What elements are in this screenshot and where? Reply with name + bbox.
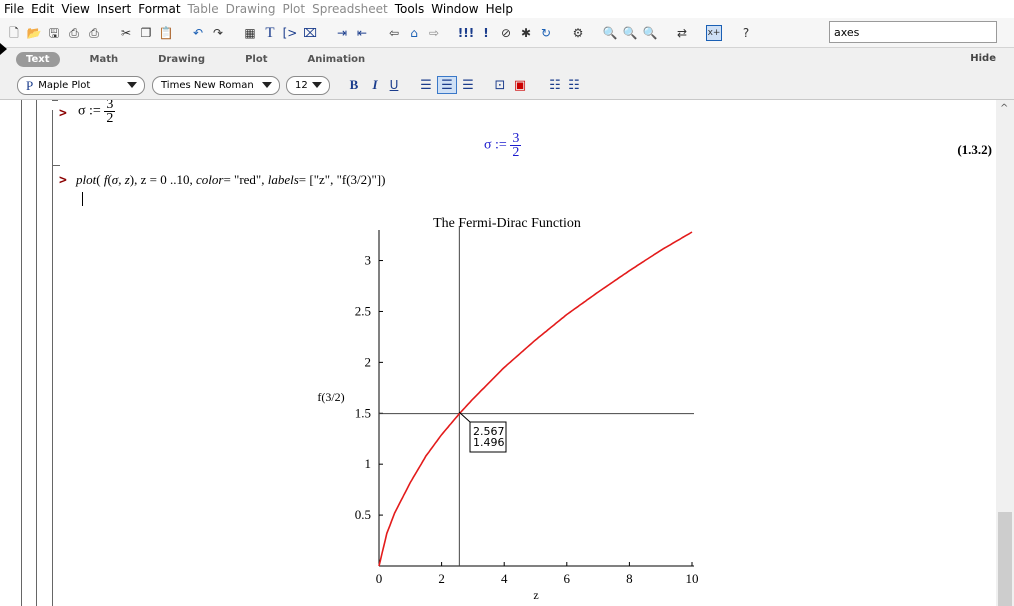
y-tick-label: 0.5 (355, 507, 371, 522)
plot-crosshair (379, 226, 694, 566)
zoom-150-icon[interactable]: 🔍 (622, 25, 638, 41)
x-axis-label: z (533, 588, 538, 602)
print-icon[interactable]: ⎙ (66, 25, 82, 41)
tab-animation[interactable]: Animation (297, 52, 375, 67)
bullet-list-icon[interactable]: ☷ (547, 76, 563, 94)
font-value: Times New Roman (161, 80, 254, 91)
execute-all-icon[interactable]: !!! (458, 25, 474, 41)
bold-button[interactable]: B (347, 76, 361, 94)
tab-math[interactable]: Math (80, 52, 129, 67)
new-document-icon[interactable]: 🗋 (6, 25, 22, 41)
collapse-arrow-icon[interactable] (0, 43, 7, 55)
style-value: Maple Plot (38, 80, 91, 91)
menu-bar: File Edit View Insert Format Table Drawing Plot… (0, 0, 1014, 18)
home-icon[interactable]: ⌂ (406, 25, 422, 41)
x-tick-label: 4 (501, 571, 508, 586)
copy-icon[interactable]: ❐ (138, 25, 154, 41)
menu-view[interactable]: View (61, 2, 89, 16)
paste-icon[interactable]: 📋 (158, 25, 174, 41)
redo-icon[interactable]: ↷ (210, 25, 226, 41)
execute-icon[interactable]: ! (478, 25, 494, 41)
print-preview-icon[interactable]: ⎙ (86, 25, 102, 41)
help-icon[interactable]: ? (738, 25, 754, 41)
probe-tooltip: 2.567 1.496 (458, 411, 507, 453)
style-dropdown[interactable]: P Maple Plot (17, 76, 145, 95)
plot-axes (378, 230, 694, 567)
y-tick-label: 1.5 (355, 405, 371, 420)
toggle-icon[interactable]: ⇄ (674, 25, 690, 41)
fermi-dirac-plot[interactable]: The Fermi-Dirac Function 0 2 4 6 8 10 0.5 1 1.5 2… (0, 100, 996, 606)
undo-icon[interactable]: ↶ (190, 25, 206, 41)
y-tick-label: 3 (365, 253, 372, 268)
forward-icon[interactable]: ⇨ (426, 25, 442, 41)
plot-ticks: 0 2 4 6 8 10 0.5 1 1.5 2 2.5 3 (355, 253, 699, 586)
font-size-dropdown[interactable]: 12 (286, 76, 330, 95)
math-layout-icon[interactable]: x+ (706, 24, 722, 41)
menu-tools[interactable]: Tools (395, 2, 425, 16)
menu-drawing[interactable]: Drawing (226, 2, 276, 16)
settings-icon[interactable]: ⚙ (570, 25, 586, 41)
back-icon[interactable]: ⇦ (386, 25, 402, 41)
open-icon[interactable]: 📂 (26, 25, 42, 41)
menu-file[interactable]: File (4, 2, 24, 16)
align-right-icon[interactable]: ☰ (460, 76, 476, 94)
menu-format[interactable]: Format (138, 2, 180, 16)
context-tabs: Text Math Drawing Plot Animation (0, 48, 1014, 70)
font-dropdown[interactable]: Times New Roman (152, 76, 280, 95)
y-axis-label: f(3/2) (317, 390, 344, 404)
data-series-line (378, 231, 693, 567)
text-mode-icon[interactable]: T (262, 25, 278, 41)
align-center-icon[interactable]: ☰ (437, 76, 457, 94)
x-tick-label: 0 (376, 571, 383, 586)
menu-plot[interactable]: Plot (282, 2, 305, 16)
x-tick-label: 2 (438, 571, 445, 586)
scroll-up-icon[interactable]: ^ (1000, 103, 1008, 114)
font-size-value: 12 (295, 80, 308, 91)
y-tick-label: 1 (365, 456, 372, 471)
worksheet[interactable]: > σ := 32 σ := 32 (1.3.2) > plot( f(σ, z… (0, 100, 996, 606)
numbered-list-icon[interactable]: ☷ (566, 76, 582, 94)
menu-insert[interactable]: Insert (97, 2, 131, 16)
highlight-icon[interactable]: ▣ (512, 76, 528, 94)
text-box-icon[interactable]: ⊡ (492, 76, 508, 94)
menu-help[interactable]: Help (486, 2, 513, 16)
menu-edit[interactable]: Edit (31, 2, 54, 16)
align-left-icon[interactable]: ☰ (418, 76, 434, 94)
restart-icon[interactable]: ↻ (538, 25, 554, 41)
hide-palette-button[interactable]: Hide (970, 53, 996, 64)
x-tick-label: 10 (686, 571, 699, 586)
x-tick-label: 8 (626, 571, 633, 586)
plot-title: The Fermi-Dirac Function (433, 216, 581, 231)
prompt-icon[interactable]: [> (282, 25, 298, 41)
tooltip-y-value: 1.496 (473, 436, 505, 449)
chevron-down-icon (262, 82, 272, 88)
zoom-200-icon[interactable]: 🔍 (642, 25, 658, 41)
zoom-100-icon[interactable]: 🔍 (602, 25, 618, 41)
italic-button[interactable]: I (368, 76, 382, 94)
underline-button[interactable]: U (387, 76, 401, 94)
x-tick-label: 6 (564, 571, 571, 586)
stop-icon[interactable]: ⊘ (498, 25, 514, 41)
outdent-icon[interactable]: ⇤ (354, 25, 370, 41)
menu-table[interactable]: Table (188, 2, 219, 16)
format-bar: P Maple Plot Times New Roman 12 B I U ☰ … (0, 70, 1014, 100)
chevron-down-icon (127, 82, 137, 88)
debug-icon[interactable]: ✱ (518, 25, 534, 41)
scrollbar-thumb[interactable] (998, 512, 1012, 606)
execution-group-icon[interactable]: ▦ (242, 25, 258, 41)
menu-spreadsheet[interactable]: Spreadsheet (312, 2, 388, 16)
tab-text[interactable]: Text (16, 51, 60, 67)
menu-window[interactable]: Window (431, 2, 478, 16)
chevron-down-icon (312, 82, 322, 88)
indent-icon[interactable]: ⇥ (334, 25, 350, 41)
save-icon[interactable]: 🖫 (46, 25, 62, 41)
search-input[interactable] (829, 21, 997, 43)
section-icon[interactable]: ⌧ (302, 25, 318, 41)
style-prefix: P (26, 77, 34, 93)
cut-icon[interactable]: ✂ (118, 25, 134, 41)
y-tick-label: 2 (365, 354, 372, 369)
tab-drawing[interactable]: Drawing (148, 52, 215, 67)
y-tick-label: 2.5 (355, 303, 371, 318)
tab-plot[interactable]: Plot (235, 52, 277, 67)
